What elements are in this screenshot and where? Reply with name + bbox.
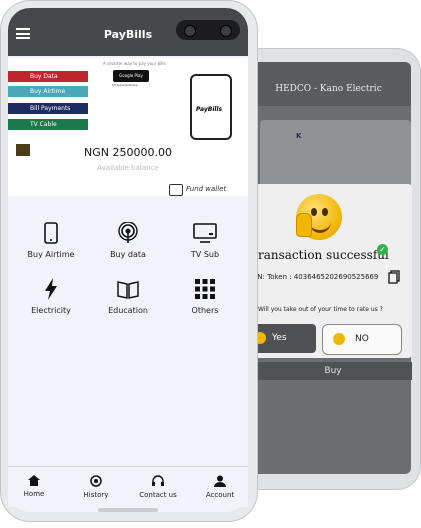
phone-illustration: PayBills xyxy=(190,74,232,140)
book-icon xyxy=(117,281,139,299)
phone-icon xyxy=(44,222,58,244)
buy-button[interactable]: Buy xyxy=(254,362,412,380)
grid-icon xyxy=(195,279,215,299)
nav-label: Contact us xyxy=(139,491,177,499)
nav-account[interactable]: Account xyxy=(196,475,244,499)
service-tv-sub[interactable]: TV Sub xyxy=(170,222,240,259)
token-text: REN: Token : 4036465202690525669 xyxy=(248,273,379,281)
tv-icon xyxy=(193,223,217,243)
decor-block xyxy=(16,144,30,156)
service-label: Buy Airtime xyxy=(27,250,75,259)
headset-icon xyxy=(152,475,164,486)
service-label: Electricity xyxy=(31,306,71,315)
lightning-icon xyxy=(45,278,57,300)
wallet-icon[interactable] xyxy=(169,184,183,196)
nav-label: History xyxy=(83,491,109,499)
service-buy-airtime[interactable]: Buy Airtime xyxy=(16,222,86,259)
phone-logo-text: PayBills xyxy=(196,106,223,113)
service-label: Education xyxy=(108,306,148,315)
front-phone-screen: PayBills A smarter way to pay your bills… xyxy=(8,8,248,512)
provider-logo: K xyxy=(296,132,302,140)
service-label: TV Sub xyxy=(190,250,220,259)
back-header-title: HEDCO - Kano Electric xyxy=(246,62,411,106)
history-icon xyxy=(90,475,102,487)
service-label: Buy data xyxy=(110,250,146,259)
camera-cutout xyxy=(176,20,240,40)
google-play-badge: Google Play xyxy=(113,70,149,82)
bottom-nav: Home History Contact us Account xyxy=(8,466,248,507)
service-education[interactable]: Education xyxy=(93,278,163,315)
copy-icon[interactable] xyxy=(388,270,400,284)
nav-history[interactable]: History xyxy=(72,475,120,499)
hamburger-menu-icon[interactable] xyxy=(16,28,30,39)
yes-button[interactable]: Yes xyxy=(248,324,316,353)
service-buy-data[interactable]: Buy data xyxy=(93,222,163,259)
nav-contact[interactable]: Contact us xyxy=(134,475,182,499)
store-url: bit.ly/paybillsapp xyxy=(112,83,138,87)
check-icon: ✓ xyxy=(377,244,388,255)
sad-emoji-icon xyxy=(333,333,345,345)
home-icon xyxy=(28,475,40,486)
service-others[interactable]: Others xyxy=(170,278,240,315)
nav-label: Account xyxy=(205,491,235,499)
wallet-amount: NGN 250000.00 xyxy=(84,146,172,159)
service-electricity[interactable]: Electricity xyxy=(16,278,86,315)
fund-wallet-link[interactable]: Fund wallet xyxy=(186,185,242,193)
yes-label: Yes xyxy=(272,333,287,343)
thumb-icon xyxy=(296,213,312,237)
nav-home[interactable]: Home xyxy=(10,475,58,498)
available-balance-label: Available balance xyxy=(97,164,159,172)
broadcast-icon xyxy=(118,222,138,243)
nav-label: Home xyxy=(23,490,45,498)
no-label: NO xyxy=(355,334,369,344)
person-icon xyxy=(214,475,226,487)
pill-buy-data: Buy Data xyxy=(8,71,88,82)
service-label: Others xyxy=(191,306,219,315)
no-button[interactable]: NO xyxy=(322,324,402,355)
app-title: PayBills xyxy=(103,28,153,41)
pill-buy-airtime: Buy Airtime xyxy=(8,86,88,97)
home-indicator xyxy=(98,508,158,512)
rate-prompt: Will you take out of your time to rate u… xyxy=(258,306,383,313)
pill-bill-payments: Bill Payments xyxy=(8,103,88,114)
pill-tv-cable: TV Cable xyxy=(8,119,88,130)
banner-tagline: A smarter way to pay your bills xyxy=(103,61,166,66)
